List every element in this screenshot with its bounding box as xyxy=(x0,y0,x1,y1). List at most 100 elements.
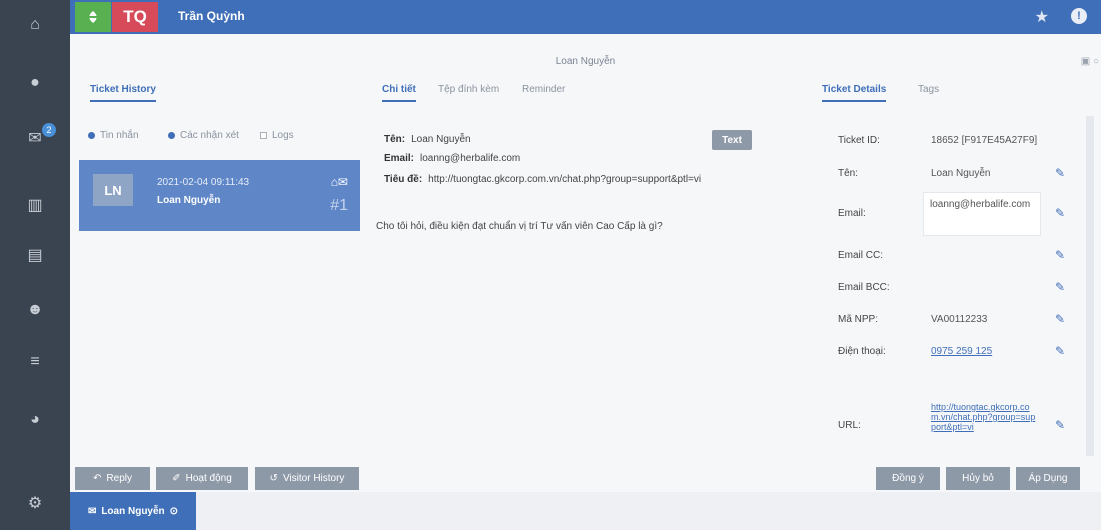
settings-icon[interactable]: ⚙ xyxy=(0,478,70,528)
url-label: URL: xyxy=(838,420,861,431)
home-icon[interactable]: ⌂ xyxy=(0,0,70,50)
users-glyph: ☻ xyxy=(26,301,44,318)
tab-details[interactable]: Chi tiết xyxy=(382,84,416,102)
home-glyph: ⌂ xyxy=(30,16,40,33)
detail-subject-row: Tiêu đề: http://tuongtac.gkcorp.com.vn/ch… xyxy=(384,174,701,185)
radio-checked-icon xyxy=(88,132,95,139)
message-body: Cho tôi hỏi, điều kiện đạt chuẩn vị trí … xyxy=(376,221,663,232)
cancel-button[interactable]: Hủy bỏ xyxy=(946,467,1010,490)
detail-email-label: Email: xyxy=(384,153,415,164)
filter-comments-label: Các nhận xét xyxy=(180,130,239,141)
apply-button[interactable]: Áp Dụng xyxy=(1016,467,1080,490)
edit-email-bcc-icon[interactable]: ✎ xyxy=(1055,280,1065,294)
mail-icon[interactable]: ✉ 2 xyxy=(0,113,70,163)
visitor-history-button[interactable]: ↺ Visitor History xyxy=(255,467,359,490)
ticket-workspace: Loan Nguyễn ▣ ○ Ticket History Tin nhắn … xyxy=(70,34,1101,492)
phone-link[interactable]: 0975 259 125 xyxy=(931,346,992,357)
map-glyph: ▥ xyxy=(27,197,43,214)
map-icon[interactable]: ▥ xyxy=(0,180,70,230)
chat-glyph: ● xyxy=(30,74,40,91)
chat-icon[interactable]: ● xyxy=(0,58,70,108)
archive-icon[interactable]: ▤ xyxy=(0,230,70,280)
tab-ticket-details[interactable]: Ticket Details xyxy=(822,84,887,102)
edit-email-cc-icon[interactable]: ✎ xyxy=(1055,248,1065,262)
mail-icon: ✉ xyxy=(87,505,97,517)
agent-avatar[interactable]: TQ xyxy=(112,2,158,32)
checkbox-unchecked-icon xyxy=(260,132,267,139)
mail-count-badge: 2 xyxy=(42,123,56,137)
detail-name-label: Tên: xyxy=(384,134,406,145)
email-cc-label: Email CC: xyxy=(838,250,884,261)
left-nav-rail: ⌂ ● ✉ 2 ▥ ▤ ☻ ≡ ◕ ⚙ xyxy=(0,0,70,530)
pie-chart-glyph: ◕ xyxy=(30,411,40,428)
users-icon[interactable]: ☻ xyxy=(0,285,70,335)
edit-email-icon[interactable]: ✎ xyxy=(1055,206,1065,220)
filter-comments[interactable]: Các nhận xét xyxy=(168,130,239,141)
herbalife-leaf-icon xyxy=(75,2,111,32)
npp-label: Mã NPP: xyxy=(838,314,879,325)
ticket-requester-name: Loan Nguyễn xyxy=(157,195,221,206)
close-tab-icon[interactable]: ⊙ xyxy=(170,506,178,517)
radio-checked-icon xyxy=(168,132,175,139)
archive-glyph: ▤ xyxy=(27,247,43,264)
reply-button[interactable]: ↶ Reply xyxy=(75,467,150,490)
wrench-icon: ✐ xyxy=(172,473,181,484)
tab-ticket-history[interactable]: Ticket History xyxy=(90,84,156,102)
phone-label: Điện thoại: xyxy=(838,346,886,357)
detail-email-row: Email: loanng@herbalife.com xyxy=(384,153,520,164)
ticket-id-label: Ticket ID: xyxy=(838,135,880,146)
email-bcc-label: Email BCC: xyxy=(838,282,890,293)
text-button[interactable]: Text xyxy=(712,130,752,150)
reply-icon: ↶ xyxy=(93,473,102,484)
activity-button[interactable]: ✐ Hoạt động xyxy=(156,467,248,490)
name-label: Tên: xyxy=(838,168,859,179)
detail-subject-label: Tiêu đề: xyxy=(384,174,423,185)
pie-chart-icon[interactable]: ◕ xyxy=(0,395,70,445)
footer-bar: ✉ Loan Nguyễn ⊙ xyxy=(70,492,1101,530)
edit-url-icon[interactable]: ✎ xyxy=(1055,418,1065,432)
star-icon[interactable]: ★ xyxy=(1035,7,1049,27)
database-icon[interactable]: ≡ xyxy=(0,337,70,387)
tab-attachments[interactable]: Tệp đính kèm xyxy=(438,84,499,100)
url-link[interactable]: http://tuongtac.gkcorp.com.vn/chat.php?g… xyxy=(931,402,1039,432)
filter-logs[interactable]: Logs xyxy=(260,130,294,141)
filter-messages[interactable]: Tin nhắn xyxy=(88,130,139,141)
mail-glyph: ✉ xyxy=(28,130,42,147)
npp-value: VA00112233 xyxy=(931,314,988,325)
edit-phone-icon[interactable]: ✎ xyxy=(1055,344,1065,358)
edit-name-icon[interactable]: ✎ xyxy=(1055,166,1065,180)
filter-logs-label: Logs xyxy=(272,130,294,141)
database-glyph: ≡ xyxy=(30,353,40,370)
history-icon: ↺ xyxy=(269,473,278,484)
detail-name-row: Tên: Loan Nguyễn xyxy=(384,134,471,145)
email-label: Email: xyxy=(838,208,866,219)
top-header: TQ Trần Quỳnh ★ ! xyxy=(70,0,1101,34)
ticket-number: #1 xyxy=(330,197,348,214)
edit-npp-icon[interactable]: ✎ xyxy=(1055,312,1065,326)
open-ticket-tab-label: Loan Nguyễn xyxy=(101,505,165,517)
detail-name-value: Loan Nguyễn xyxy=(411,134,471,145)
tab-tags[interactable]: Tags xyxy=(918,84,939,100)
agent-name: Trần Quỳnh xyxy=(178,9,245,23)
agree-button[interactable]: Đồng ý xyxy=(876,467,940,490)
details-scrollbar[interactable] xyxy=(1086,116,1094,456)
ticket-history-item[interactable]: LN 2021-02-04 09:11:43 Loan Nguyễn ⌂✉ #1 xyxy=(79,160,360,231)
settings-glyph: ⚙ xyxy=(27,495,43,512)
name-value: Loan Nguyễn xyxy=(931,168,991,179)
contact-title: Loan Nguyễn xyxy=(555,56,616,67)
ticket-id-value: 18652 [F917E45A27F9] xyxy=(931,135,1038,146)
open-ticket-tab[interactable]: ✉ Loan Nguyễn ⊙ xyxy=(70,492,196,530)
reply-label: Reply xyxy=(106,473,132,484)
info-icon[interactable]: ! xyxy=(1071,8,1087,24)
tab-reminder[interactable]: Reminder xyxy=(522,84,565,100)
ticket-datetime: 2021-02-04 09:11:43 xyxy=(157,177,250,188)
visitor-history-label: Visitor History xyxy=(282,473,345,484)
detail-subject-value: http://tuongtac.gkcorp.com.vn/chat.php?g… xyxy=(428,174,702,185)
filter-messages-label: Tin nhắn xyxy=(100,130,139,141)
home-mail-icon: ⌂✉ xyxy=(330,175,348,189)
window-controls[interactable]: ▣ ○ xyxy=(1081,56,1099,67)
requester-avatar: LN xyxy=(93,174,133,206)
leaf-svg xyxy=(85,11,101,23)
detail-email-value: loanng@herbalife.com xyxy=(420,153,521,164)
email-value: loanng@herbalife.com xyxy=(923,192,1041,236)
